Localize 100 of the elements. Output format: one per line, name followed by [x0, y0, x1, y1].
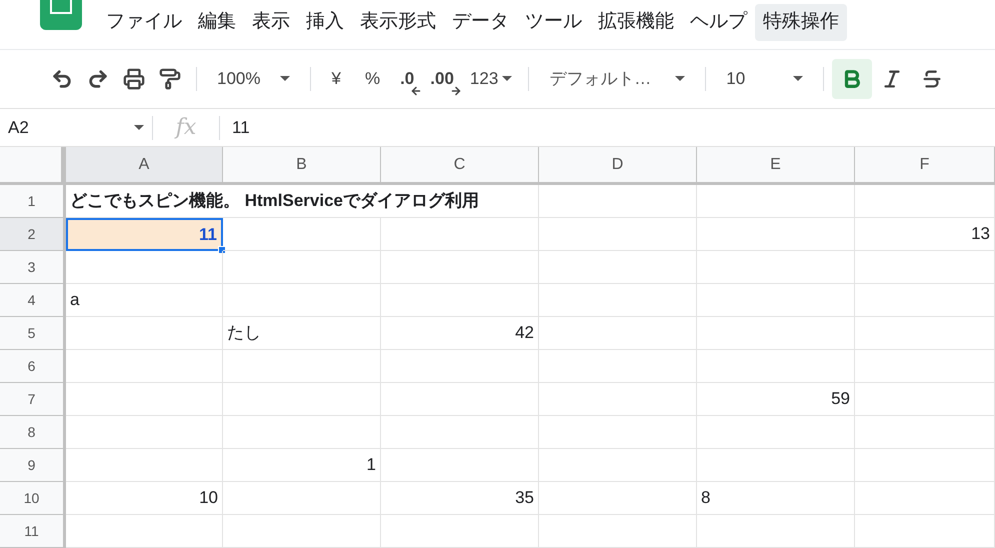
- empty-cell[interactable]: [539, 185, 697, 218]
- empty-cell[interactable]: [697, 185, 855, 218]
- menu-item[interactable]: 拡張機能: [590, 4, 682, 41]
- empty-cell[interactable]: [697, 449, 855, 482]
- empty-cell[interactable]: [855, 251, 995, 284]
- empty-cell[interactable]: [855, 284, 995, 317]
- zoom-dropdown[interactable]: 100%: [205, 66, 302, 92]
- column-header[interactable]: B: [223, 147, 381, 182]
- caret-icon: [793, 76, 804, 82]
- row-header[interactable]: 1: [0, 185, 66, 218]
- empty-cell[interactable]: [223, 350, 381, 383]
- table-cell[interactable]: a: [66, 284, 223, 317]
- empty-cell[interactable]: [539, 350, 697, 383]
- table-cell[interactable]: 10: [66, 482, 223, 515]
- row-header[interactable]: 5: [0, 317, 66, 350]
- table-cell[interactable]: たし: [223, 317, 381, 350]
- empty-cell[interactable]: [381, 284, 539, 317]
- empty-cell[interactable]: [855, 317, 995, 350]
- column-header[interactable]: F: [855, 147, 995, 182]
- empty-cell[interactable]: [855, 350, 995, 383]
- empty-cell[interactable]: [697, 284, 855, 317]
- empty-cell[interactable]: [381, 218, 539, 251]
- empty-cell[interactable]: [223, 284, 381, 317]
- number-format-dropdown[interactable]: 123: [462, 66, 520, 92]
- empty-cell[interactable]: [855, 383, 995, 416]
- empty-cell[interactable]: [697, 416, 855, 449]
- empty-cell[interactable]: [381, 449, 539, 482]
- empty-cell[interactable]: [539, 218, 697, 251]
- empty-cell[interactable]: [381, 416, 539, 449]
- empty-cell[interactable]: [539, 449, 697, 482]
- empty-cell[interactable]: [223, 515, 381, 548]
- table-cell[interactable]: 8: [697, 482, 855, 515]
- menu-item[interactable]: ツール: [517, 4, 590, 41]
- row-header[interactable]: 11: [0, 515, 66, 548]
- empty-cell[interactable]: [539, 317, 697, 350]
- menu-item[interactable]: データ: [444, 4, 517, 41]
- menu-item[interactable]: 表示: [244, 4, 298, 41]
- empty-cell[interactable]: [223, 482, 381, 515]
- row-header[interactable]: 10: [0, 482, 66, 515]
- column-header[interactable]: C: [381, 147, 539, 182]
- empty-cell[interactable]: [223, 251, 381, 284]
- name-box[interactable]: A2: [0, 114, 152, 140]
- row-header[interactable]: 4: [0, 284, 66, 317]
- arrow-right-icon: [450, 84, 462, 97]
- menu-item[interactable]: 挿入: [298, 4, 352, 41]
- empty-cell[interactable]: [539, 284, 697, 317]
- fill-handle[interactable]: [218, 246, 226, 254]
- row-header[interactable]: 8: [0, 416, 66, 449]
- empty-cell[interactable]: [539, 383, 697, 416]
- empty-cell[interactable]: [855, 185, 995, 218]
- empty-cell[interactable]: [381, 350, 539, 383]
- column-header[interactable]: A: [66, 147, 223, 182]
- empty-cell[interactable]: [697, 317, 855, 350]
- font-dropdown[interactable]: デフォルト…: [537, 66, 698, 92]
- caret-icon: [280, 76, 290, 82]
- table-cell[interactable]: 59: [697, 383, 855, 416]
- empty-cell[interactable]: [381, 515, 539, 548]
- empty-cell[interactable]: [697, 218, 855, 251]
- empty-cell[interactable]: [697, 350, 855, 383]
- menu-item[interactable]: 特殊操作: [755, 4, 847, 41]
- font-size-dropdown[interactable]: 10: [714, 66, 816, 92]
- row-header[interactable]: 3: [0, 251, 66, 284]
- decrease-decimals-button[interactable]: .0: [392, 70, 422, 88]
- empty-cell[interactable]: [697, 515, 855, 548]
- column-header[interactable]: E: [697, 147, 855, 182]
- empty-cell[interactable]: [539, 251, 697, 284]
- empty-cell[interactable]: [855, 449, 995, 482]
- empty-cell[interactable]: [223, 383, 381, 416]
- percent-button[interactable]: %: [352, 66, 392, 92]
- empty-cell[interactable]: [855, 515, 995, 548]
- empty-cell[interactable]: [223, 416, 381, 449]
- column-header[interactable]: D: [539, 147, 697, 182]
- row-header[interactable]: 2: [0, 218, 66, 251]
- table-cell[interactable]: 35: [381, 482, 539, 515]
- table-cell[interactable]: 42: [381, 317, 539, 350]
- sheets-logo-icon[interactable]: [40, 0, 82, 30]
- empty-cell[interactable]: [539, 515, 697, 548]
- menu-item[interactable]: ヘルプ: [682, 4, 755, 41]
- row-header[interactable]: 9: [0, 449, 66, 482]
- row-header[interactable]: 7: [0, 383, 66, 416]
- empty-cell[interactable]: [381, 383, 539, 416]
- empty-cell[interactable]: [381, 251, 539, 284]
- menu-item[interactable]: ファイル: [98, 4, 190, 41]
- empty-cell[interactable]: [539, 416, 697, 449]
- currency-button[interactable]: ¥: [319, 66, 353, 92]
- empty-cell[interactable]: [697, 251, 855, 284]
- fx-label: fx: [174, 114, 198, 142]
- table-cell[interactable]: 1: [223, 449, 381, 482]
- arrow-left-icon: [410, 84, 422, 97]
- menu-item[interactable]: 表示形式: [352, 4, 444, 41]
- bold-button[interactable]: [832, 58, 872, 99]
- empty-cell[interactable]: [855, 416, 995, 449]
- table-cell[interactable]: 11: [66, 218, 223, 251]
- increase-decimals-button[interactable]: .00: [422, 70, 462, 88]
- empty-cell[interactable]: [539, 482, 697, 515]
- formula-input[interactable]: 11: [220, 114, 995, 140]
- table-cell[interactable]: 13: [855, 218, 995, 251]
- empty-cell[interactable]: [855, 482, 995, 515]
- menu-item[interactable]: 編集: [190, 4, 244, 41]
- row-header[interactable]: 6: [0, 350, 66, 383]
